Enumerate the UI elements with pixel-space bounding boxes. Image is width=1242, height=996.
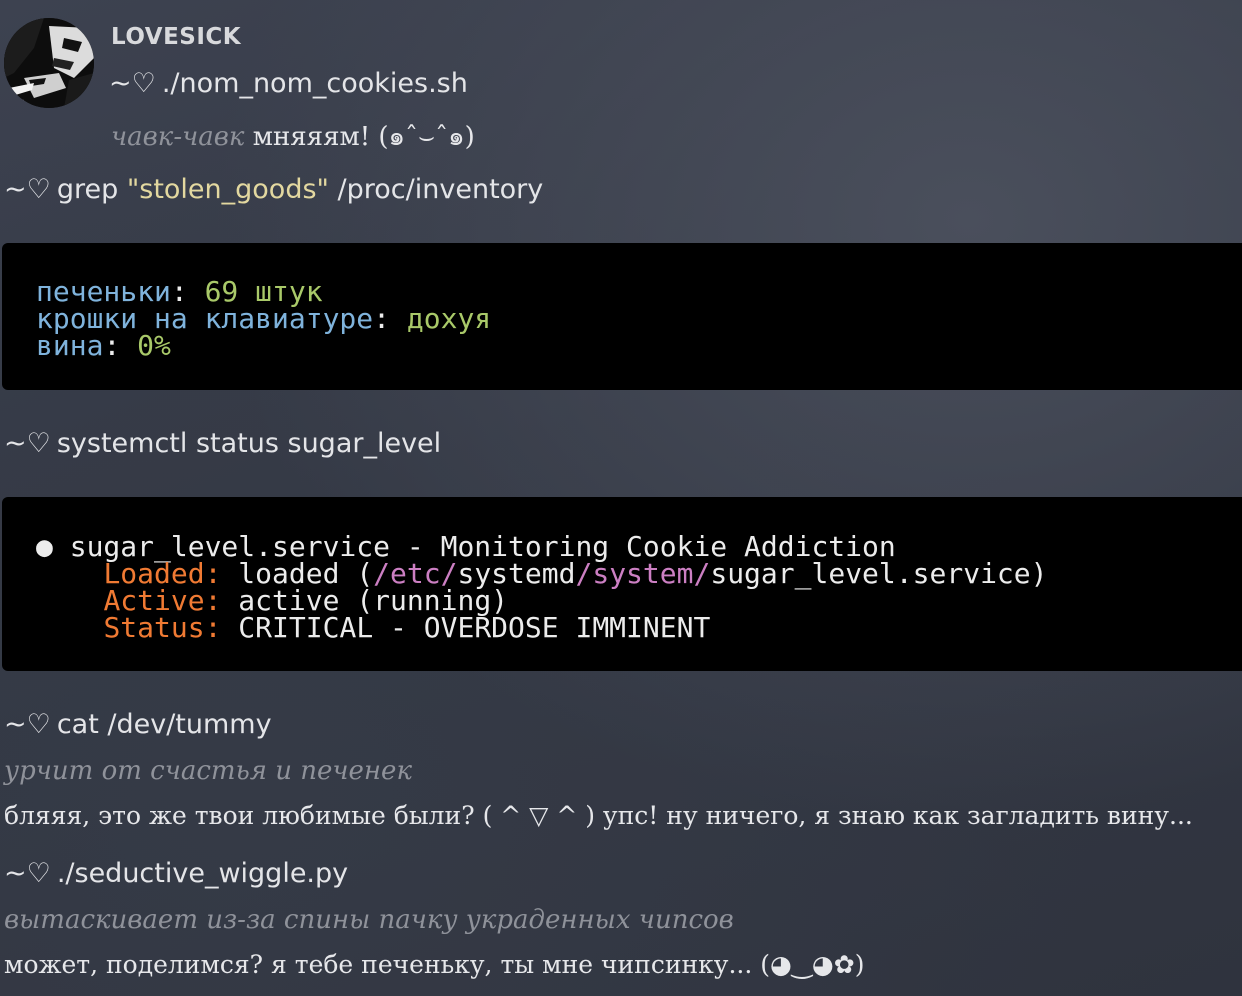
status-status-line: Status: CRITICAL - OVERDOSE IMMINENT: [36, 611, 711, 644]
avatar: [4, 18, 94, 108]
inventory-key: вина: [36, 329, 104, 362]
status-loaded-line: Loaded: loaded (/etc/systemd/system/suga…: [36, 557, 1048, 590]
status-loaded-path-file: sugar_level.service): [710, 557, 1048, 590]
command-line-grep: ~♡ grep "stolen_goods" /proc/inventory: [4, 174, 543, 205]
inventory-output-block: печеньки: 69 штук крошки на клавиатуре: …: [2, 243, 1242, 390]
tummy-italic-action: урчит от счастья и печенек: [4, 756, 412, 786]
inventory-line: вина: 0%: [36, 329, 171, 362]
command-line-wiggle: ~♡ ./seductive_wiggle.py: [4, 858, 348, 889]
inventory-line: печеньки: 69 штук: [36, 278, 323, 306]
command-line-systemctl: ~♡ systemctl status sugar_level: [4, 428, 441, 459]
wiggle-italic-action: вытаскивает из-за спины пачку украденных…: [4, 905, 734, 935]
prompt-symbol: ~♡: [4, 709, 51, 740]
wiggle-command: ./seductive_wiggle.py: [56, 858, 349, 889]
inventory-line: крошки на клавиатуре: дохуя: [36, 302, 492, 335]
prompt-symbol: ~♡: [109, 68, 156, 99]
grep-cmd: grep: [56, 174, 119, 205]
header-action-italic: чавк-чавк: [111, 122, 245, 152]
avatar-image-icon: [4, 18, 94, 108]
status-title-line: ● sugar_level.service - Monitoring Cooki…: [36, 533, 896, 561]
grep-string: "stolen_goods": [126, 174, 329, 205]
status-status-value: CRITICAL - OVERDOSE IMMINENT: [221, 611, 711, 644]
systemctl-command: systemctl status sugar_level: [56, 428, 442, 459]
header-action-text: мняяям! (๑ˆ⌣ˆ๑): [244, 122, 475, 152]
cat-command: cat /dev/tummy: [56, 709, 272, 740]
status-output-block: ● sugar_level.service - Monitoring Cooki…: [2, 497, 1242, 671]
header-action-line: чавк-чавк мняяям! (๑ˆ⌣ˆ๑): [111, 116, 475, 157]
wiggle-text-line: может, поделимся? я тебе печеньку, ты мн…: [4, 950, 865, 979]
username: LOVESICK: [111, 24, 242, 50]
tummy-text-line: бляяя, это же твои любимые были? ( ^ ▽ ^…: [4, 801, 1193, 830]
header-command-line: ~♡ ./nom_nom_cookies.sh: [109, 68, 468, 99]
status-active-line: Active: active (running): [36, 587, 508, 615]
inventory-sep: :: [103, 329, 138, 362]
prompt-symbol: ~♡: [4, 858, 51, 889]
grep-path: /proc/inventory: [337, 174, 544, 205]
command-line-cat: ~♡ cat /dev/tummy: [4, 709, 272, 740]
inventory-sep: :: [373, 302, 407, 335]
status-status-label: Status:: [103, 611, 222, 644]
prompt-symbol: ~♡: [4, 174, 51, 205]
prompt-symbol: ~♡: [4, 428, 51, 459]
inventory-value: 0%: [137, 329, 171, 362]
status-loaded-path-system: /system/: [575, 557, 711, 590]
inventory-value: дохуя: [406, 302, 492, 335]
header-command: ./nom_nom_cookies.sh: [161, 68, 468, 99]
